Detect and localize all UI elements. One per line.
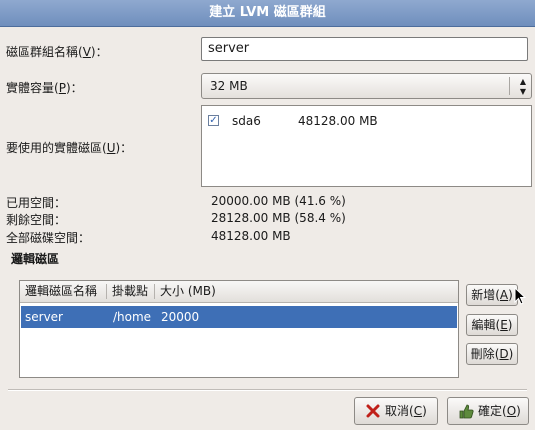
add-lv-button[interactable]: 新增(A): [466, 284, 518, 306]
lv-row-name: server: [25, 310, 63, 324]
column-mount-point[interactable]: 掛載點: [112, 281, 148, 302]
combo-arrows-icon: ▲ ▼: [519, 77, 526, 96]
pv-list[interactable]: ✓ sda6 48128.00 MB: [201, 105, 532, 187]
lv-section-title: 邏輯磁區: [11, 252, 60, 266]
pv-size: 48128.00 MB: [298, 114, 378, 128]
column-size[interactable]: 大小 (MB): [160, 281, 216, 302]
lv-table-header: 邏輯磁區名稱 掛載點 大小 (MB): [20, 281, 458, 303]
pe-size-select[interactable]: 32 MB ▲ ▼: [201, 73, 532, 99]
used-space-label: 已用空間：: [6, 196, 67, 210]
window-titlebar: 建立 LVM 磁區群組: [0, 0, 535, 27]
ok-button[interactable]: 確定(O): [447, 397, 529, 425]
checked-checkbox-icon[interactable]: ✓: [208, 115, 219, 126]
delete-lv-button[interactable]: 刪除(D): [466, 343, 518, 365]
free-space-value: 28128.00 MB (58.4 %): [211, 211, 346, 225]
cancel-button[interactable]: 取消(C): [354, 397, 438, 425]
window-title: 建立 LVM 磁區群組: [209, 5, 326, 20]
x-icon: [366, 404, 380, 418]
thumbs-up-icon: [459, 404, 474, 419]
pv-label: 要使用的實體磁區(U)：: [6, 141, 133, 155]
lv-table[interactable]: 邏輯磁區名稱 掛載點 大小 (MB) server /home 20000: [19, 280, 459, 378]
pe-size-label: 實體容量(P)：: [6, 81, 83, 95]
lv-row-size: 20000: [161, 310, 200, 324]
mouse-pointer-icon: [514, 287, 526, 305]
free-space-label: 剩餘空間：: [6, 213, 67, 227]
column-lv-name[interactable]: 邏輯磁區名稱: [25, 281, 97, 302]
total-space-value: 48128.00 MB: [211, 229, 291, 243]
vg-name-input[interactable]: server: [201, 37, 528, 61]
vg-name-label: 磁區群組名稱(V)：: [6, 45, 108, 59]
pv-list-item[interactable]: ✓ sda6 48128.00 MB: [208, 114, 508, 130]
used-space-value: 20000.00 MB (41.6 %): [211, 194, 346, 208]
edit-lv-button[interactable]: 編輯(E): [466, 314, 518, 336]
total-space-label: 全部磁碟空間：: [6, 231, 91, 245]
footer-divider: [8, 389, 527, 391]
pv-device: sda6: [232, 114, 261, 128]
table-row[interactable]: server /home 20000: [21, 306, 457, 328]
lv-row-mount: /home: [113, 310, 152, 324]
